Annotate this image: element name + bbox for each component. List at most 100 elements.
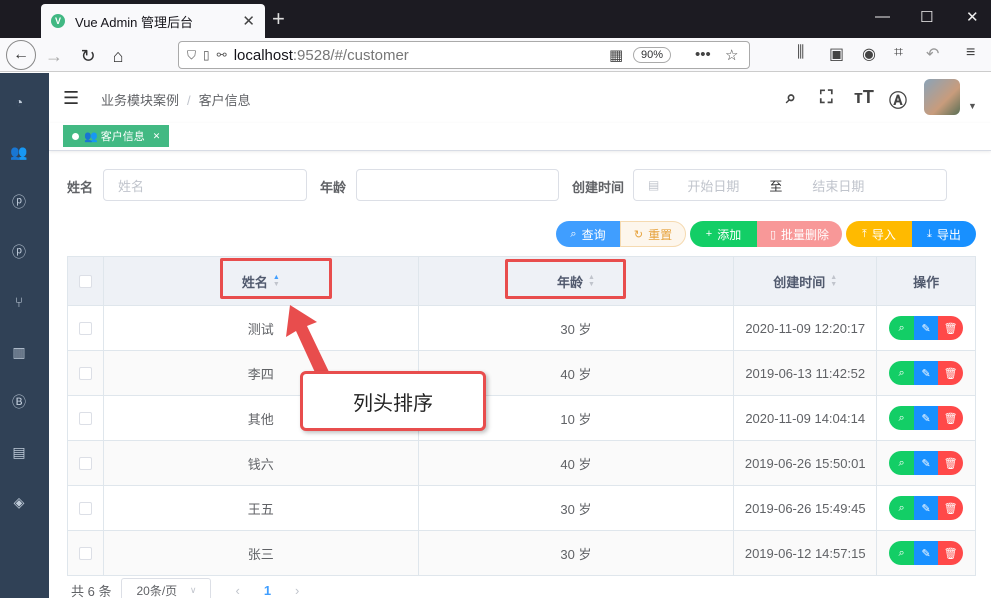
view-button[interactable]: ⌕	[889, 361, 915, 385]
select-all-checkbox[interactable]	[78, 274, 92, 288]
permissions-icon[interactable]: ⚯	[217, 48, 227, 62]
building-icon[interactable]: ▥	[10, 343, 28, 361]
fullscreen-icon[interactable]: ⛶	[820, 87, 833, 108]
view-button[interactable]: ⌕	[889, 541, 915, 565]
blog-icon[interactable]: Ⓑ	[10, 393, 28, 411]
browser-tab[interactable]: V Vue Admin 管理后台 ✕	[41, 4, 265, 38]
search-icon[interactable]: ⌕	[786, 87, 796, 108]
pagination: 共 6 条 20条/页 ∨ ‹ 1 ›	[71, 578, 299, 598]
column-actions-label: 操作	[913, 274, 940, 290]
date-range-picker[interactable]: ▤ 开始日期 至 结束日期	[633, 169, 947, 201]
row-checkbox[interactable]	[78, 411, 92, 425]
home-icon[interactable]: ⌂	[104, 42, 132, 70]
row-checkbox[interactable]	[78, 501, 92, 515]
tab-close-icon[interactable]: ✕	[242, 12, 255, 30]
table-row[interactable]: 钱六 40 岁 2019-06-26 15:50:01 ⌕ ✎ 🗑	[68, 441, 977, 486]
view-button[interactable]: ⌕	[889, 406, 915, 430]
add-button[interactable]: + 添加	[690, 221, 757, 247]
delete-button[interactable]: 🗑	[938, 316, 964, 340]
delete-button[interactable]: 🗑	[938, 406, 964, 430]
delete-button[interactable]: 🗑	[938, 361, 964, 385]
view-button[interactable]: ⌕	[889, 451, 915, 475]
permission-p-icon[interactable]: ⓟ	[10, 193, 28, 211]
minimize-icon[interactable]: —	[875, 8, 890, 25]
import-button[interactable]: ⤒ 导入	[846, 221, 912, 247]
font-size-icon[interactable]: ᴛT	[854, 87, 874, 108]
reset-button[interactable]: ↻ 重置	[620, 221, 686, 247]
url-bar[interactable]: ⛉ ▯ ⚯ localhost:9528/#/customer ▦ 90% ••…	[178, 41, 750, 69]
qr-code-icon[interactable]: ▦	[609, 46, 623, 64]
table-row[interactable]: 其他 10 岁 2020-11-09 14:04:14 ⌕ ✎ 🗑	[68, 396, 977, 441]
highlight-box-age	[505, 259, 626, 299]
delete-button[interactable]: 🗑	[938, 451, 964, 475]
breadcrumb-item[interactable]: 业务模块案例	[101, 93, 179, 108]
edit-button[interactable]: ✎	[914, 496, 939, 520]
edit-button[interactable]: ✎	[914, 316, 939, 340]
page-size-select[interactable]: 20条/页 ∨	[121, 578, 212, 598]
table-row[interactable]: 测试 30 岁 2020-11-09 12:20:17 ⌕ ✎ 🗑	[68, 306, 977, 351]
age-input[interactable]	[356, 169, 559, 201]
table-row[interactable]: 李四 40 岁 2019-06-13 11:42:52 ⌕ ✎ 🗑	[68, 351, 977, 396]
edit-button[interactable]: ✎	[914, 451, 939, 475]
chevron-down-icon[interactable]: ▼	[968, 101, 977, 111]
layers-icon[interactable]: ◈	[10, 493, 28, 511]
more-actions-icon[interactable]: •••	[695, 46, 711, 63]
bookmark-star-icon[interactable]: ☆	[725, 46, 738, 64]
sidebar-toggle-icon[interactable]: ▣	[829, 44, 844, 64]
view-button[interactable]: ⌕	[889, 316, 915, 340]
window-close-icon[interactable]: ✕	[966, 8, 979, 26]
screenshot-icon[interactable]: ⌗	[894, 44, 903, 62]
account-icon[interactable]: ◉	[862, 44, 876, 64]
document-icon: ▯	[769, 228, 777, 241]
column-header-created[interactable]: 创建时间 ▲ ▼	[734, 257, 878, 305]
start-date-placeholder[interactable]: 开始日期	[687, 176, 739, 195]
maximize-icon[interactable]: ☐	[920, 8, 933, 26]
edit-button[interactable]: ✎	[914, 406, 939, 430]
name-input[interactable]: 姓名	[103, 169, 307, 201]
library-icon[interactable]: ⫼	[797, 44, 804, 62]
zoom-indicator[interactable]: 90%	[632, 47, 671, 63]
avatar[interactable]	[924, 79, 960, 115]
table-row[interactable]: 王五 30 岁 2019-06-26 15:49:45 ⌕ ✎ 🗑	[68, 486, 977, 531]
url-host: localhost	[233, 46, 293, 64]
row-checkbox[interactable]	[78, 366, 92, 380]
undo-icon[interactable]: ↶	[926, 44, 939, 64]
edit-button[interactable]: ✎	[914, 361, 939, 385]
export-button[interactable]: ⤓ 导出	[912, 221, 976, 247]
forward-icon[interactable]: →	[40, 42, 68, 70]
row-checkbox[interactable]	[78, 456, 92, 470]
page-icon[interactable]: ▯	[203, 48, 210, 62]
dashboard-icon[interactable]: ◔	[10, 93, 28, 111]
translate-icon[interactable]: Ⓐ	[889, 87, 907, 113]
next-page-icon[interactable]: ›	[295, 583, 299, 598]
table-row[interactable]: 张三 30 岁 2019-06-12 14:57:15 ⌕ ✎ 🗑	[68, 531, 977, 576]
prev-page-icon[interactable]: ‹	[235, 583, 239, 598]
permission-p2-icon[interactable]: ⓟ	[10, 243, 28, 261]
row-checkbox[interactable]	[78, 546, 92, 560]
edit-button[interactable]: ✎	[914, 541, 939, 565]
menu-icon[interactable]: ≡	[966, 44, 975, 62]
tree-icon[interactable]: ⑂	[10, 293, 28, 311]
users-icon[interactable]: 👥	[10, 143, 28, 161]
trash-icon: 🗑	[943, 547, 958, 560]
back-icon[interactable]: ←	[6, 40, 36, 70]
reload-icon[interactable]: ↻	[74, 42, 102, 70]
new-tab-icon[interactable]: +	[272, 6, 285, 32]
sort-caret-icon[interactable]: ▲ ▼	[830, 274, 837, 288]
page-number[interactable]: 1	[264, 583, 271, 598]
delete-button[interactable]: 🗑	[938, 541, 964, 565]
close-icon[interactable]: ✕	[153, 131, 161, 142]
hamburger-icon[interactable]: ☰	[63, 88, 79, 109]
created-time-label: 创建时间	[572, 180, 625, 195]
id-card-icon[interactable]: ▤	[10, 443, 28, 461]
row-checkbox[interactable]	[78, 321, 92, 335]
users-icon: 👥	[84, 130, 98, 143]
delete-button[interactable]: 🗑	[938, 496, 964, 520]
view-button[interactable]: ⌕	[889, 496, 915, 520]
batch-delete-button[interactable]: ▯ 批量删除	[757, 221, 842, 247]
shield-icon[interactable]: ⛉	[187, 48, 196, 63]
app-main: ☰ 业务模块案例 / 客户信息 ⌕ ⛶ ᴛT Ⓐ ▼ 👥 客户信息 ✕ 姓名 姓名 …	[49, 73, 991, 598]
end-date-placeholder[interactable]: 结束日期	[812, 176, 864, 195]
search-button[interactable]: ⌕ 查询	[556, 221, 620, 247]
tag-customer[interactable]: 👥 客户信息 ✕	[63, 125, 170, 147]
